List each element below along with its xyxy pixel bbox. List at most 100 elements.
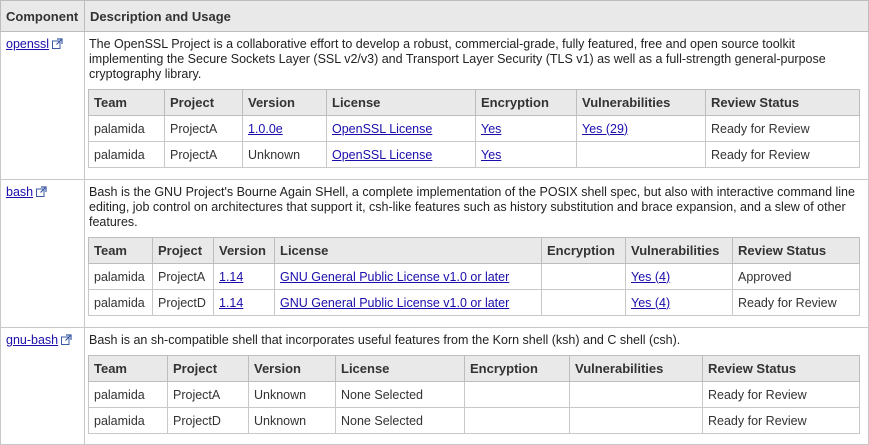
usage-cell-license: OpenSSL License [326,115,476,142]
version-link[interactable]: 1.0.0e [248,122,283,136]
usage-row: palamida ProjectA 1.0.0e OpenSSL License Yes… [88,115,860,142]
component-cell: openssl [0,31,85,180]
usage-table: Team Project Version License Encryption Vulne… [88,355,860,434]
usage-header-license: License [335,355,465,382]
usage-table: Team Project Version License Encryption Vulne… [88,89,860,168]
components-table: Component Description and Usage openssl T… [0,0,869,445]
component-description: Bash is an sh-compatible shell that inco… [89,333,681,347]
license-link[interactable]: OpenSSL License [332,148,432,162]
usage-header-version: Version [213,237,275,264]
usage-header-team: Team [88,89,165,116]
usage-wrapper: Team Project Version License Encryption Vulne… [85,348,868,434]
usage-header-encryption: Encryption [541,237,626,264]
usage-cell-vulnerabilities [576,141,706,168]
usage-cell-project: ProjectA [167,381,249,408]
usage-header-vulnerabilities: Vulnerabilities [625,237,733,264]
component-row: gnu-bash Bash is an sh-compatible shell t… [0,327,869,445]
usage-header-project: Project [167,355,249,382]
usage-header-vulnerabilities: Vulnerabilities [576,89,706,116]
usage-cell-review-status: Ready for Review [702,381,860,408]
description-cell: The OpenSSL Project is a collaborative e… [84,31,869,180]
usage-cell-review-status: Ready for Review [705,141,860,168]
usage-header-license: License [326,89,476,116]
usage-cell-team: palamida [88,381,168,408]
usage-cell-vulnerabilities: Yes (4) [625,289,733,316]
usage-header-license: License [274,237,542,264]
usage-row: palamida ProjectA Unknown None Selected Read… [88,381,860,408]
usage-header-encryption: Encryption [464,355,570,382]
component-cell: gnu-bash [0,327,85,445]
encryption-link[interactable]: Yes [481,122,501,136]
usage-row: palamida ProjectD 1.14 GNU General Public L… [88,289,860,316]
usage-cell-license: None Selected [335,381,465,408]
usage-cell-vulnerabilities [569,407,703,434]
component-description: Bash is the GNU Project's Bourne Again S… [89,185,855,229]
external-link-icon[interactable] [52,38,63,49]
description-cell: Bash is an sh-compatible shell that inco… [84,327,869,445]
usage-cell-license: GNU General Public License v1.0 or later [274,289,542,316]
usage-header-review-status: Review Status [705,89,860,116]
usage-cell-version: Unknown [248,381,336,408]
usage-header-team: Team [88,237,153,264]
usage-cell-team: palamida [88,141,165,168]
usage-wrapper: Team Project Version License Encryption Vulne… [85,230,868,316]
components-table-header: Component Description and Usage [0,0,869,32]
external-link-icon[interactable] [61,334,72,345]
component-link[interactable]: openssl [6,37,49,51]
usage-header-row: Team Project Version License Encryption Vulne… [88,89,860,116]
usage-cell-project: ProjectA [164,141,243,168]
usage-cell-license: OpenSSL License [326,141,476,168]
usage-cell-project: ProjectA [152,263,214,290]
usage-cell-review-status: Approved [732,263,860,290]
license-link[interactable]: OpenSSL License [332,122,432,136]
vulnerabilities-link[interactable]: Yes (4) [631,296,670,310]
component-link[interactable]: gnu-bash [6,333,58,347]
usage-header-project: Project [164,89,243,116]
usage-cell-vulnerabilities: Yes (29) [576,115,706,142]
usage-header-review-status: Review Status [702,355,860,382]
description-cell: Bash is the GNU Project's Bourne Again S… [84,179,869,328]
usage-cell-encryption: Yes [475,115,577,142]
usage-cell-version: 1.14 [213,289,275,316]
usage-row: palamida ProjectD Unknown None Selected Read… [88,407,860,434]
component-cell: bash [0,179,85,328]
component-link[interactable]: bash [6,185,33,199]
usage-cell-vulnerabilities: Yes (4) [625,263,733,290]
version-link[interactable]: 1.14 [219,296,243,310]
usage-row: palamida ProjectA 1.14 GNU General Public L… [88,263,860,290]
usage-cell-encryption [541,289,626,316]
usage-cell-version: 1.14 [213,263,275,290]
version-link[interactable]: 1.14 [219,270,243,284]
usage-cell-project: ProjectD [152,289,214,316]
usage-cell-vulnerabilities [569,381,703,408]
usage-cell-encryption [464,381,570,408]
usage-cell-version: Unknown [242,141,327,168]
usage-cell-review-status: Ready for Review [705,115,860,142]
description-column-header: Description and Usage [84,0,869,32]
vulnerabilities-link[interactable]: Yes (29) [582,122,628,136]
usage-table: Team Project Version License Encryption Vulne… [88,237,860,316]
usage-cell-team: palamida [88,115,165,142]
usage-header-version: Version [242,89,327,116]
external-link-icon[interactable] [36,186,47,197]
usage-cell-version: 1.0.0e [242,115,327,142]
usage-row: palamida ProjectA Unknown OpenSSL License Ye… [88,141,860,168]
usage-cell-encryption [464,407,570,434]
encryption-link[interactable]: Yes [481,148,501,162]
usage-cell-encryption [541,263,626,290]
vulnerabilities-link[interactable]: Yes (4) [631,270,670,284]
usage-header-review-status: Review Status [732,237,860,264]
usage-header-encryption: Encryption [475,89,577,116]
usage-cell-license: None Selected [335,407,465,434]
component-row: bash Bash is the GNU Project's Bourne Aga… [0,179,869,328]
license-link[interactable]: GNU General Public License v1.0 or later [280,270,509,284]
usage-header-vulnerabilities: Vulnerabilities [569,355,703,382]
usage-header-version: Version [248,355,336,382]
usage-header-row: Team Project Version License Encryption Vulne… [88,237,860,264]
component-column-header: Component [0,0,85,32]
usage-cell-version: Unknown [248,407,336,434]
page: Component Description and Usage openssl T… [0,0,869,445]
license-link[interactable]: GNU General Public License v1.0 or later [280,296,509,310]
usage-header-row: Team Project Version License Encryption Vulne… [88,355,860,382]
component-row: openssl The OpenSSL Project is a collabor… [0,31,869,180]
